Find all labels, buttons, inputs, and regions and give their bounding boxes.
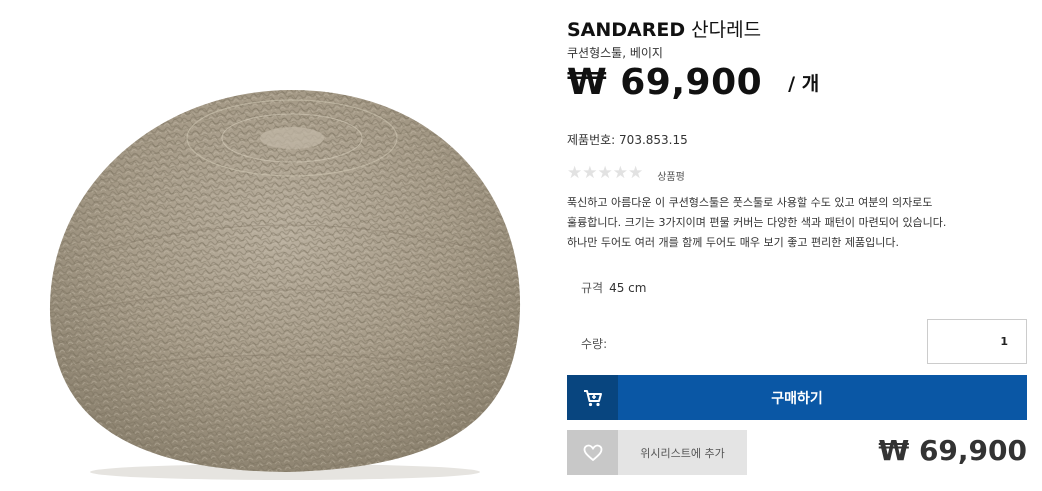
buy-button-label: 구매하기 <box>771 390 823 407</box>
article-number: 제품번호: 703.853.15 <box>567 131 688 148</box>
product-image <box>49 90 521 480</box>
description-line: 푹신하고 아름다운 이 쿠션형스툴은 풋스툴로 사용할 수도 있고 여분의 의자… <box>567 196 933 209</box>
quantity-input[interactable] <box>927 319 1027 364</box>
wishlist-label: 위시리스트에 추가 <box>640 446 725 460</box>
bottom-price: ₩ 69,900 <box>878 434 1027 467</box>
product-price: ₩ 69,900 <box>567 62 763 103</box>
product-name-en: SANDARED <box>567 19 686 41</box>
price-unit: / 개 <box>788 73 820 95</box>
rating-stars[interactable]: ★★★★★ <box>567 163 643 183</box>
quantity-label: 수량: <box>581 337 608 351</box>
description-line: 훌륭합니다. 크기는 3가지이며 편물 커버는 다양한 색과 패턴이 마련되어 … <box>567 216 947 229</box>
product-subtitle: 쿠션형스툴, 베이지 <box>567 46 663 60</box>
article-label: 제품번호: <box>567 133 616 147</box>
size-label: 규격 <box>581 281 604 295</box>
article-value: 703.853.15 <box>619 133 688 147</box>
price-row: ₩ 69,900 / 개 <box>567 62 819 103</box>
product-name-ko: 산다레드 <box>691 19 762 41</box>
review-link[interactable]: 상품평 <box>657 168 685 183</box>
rating: ★★★★★ 상품평 <box>567 163 685 183</box>
wishlist-button[interactable]: 위시리스트에 추가 <box>567 430 747 475</box>
buy-button[interactable]: 구매하기 <box>567 375 1027 420</box>
product-info-panel: SANDARED 산다레드 쿠션형스툴, 베이지 ₩ 69,900 / 개 제품번호… <box>567 0 1027 491</box>
cart-icon <box>567 375 618 420</box>
description-line: 하나만 두어도 여러 개를 함께 두어도 매우 보기 좋고 편리한 제품입니다. <box>567 236 899 249</box>
size-row: 규격 45 cm <box>581 279 646 296</box>
size-value: 45 cm <box>609 281 647 295</box>
heart-icon <box>567 430 618 475</box>
product-description: 푹신하고 아름다운 이 쿠션형스툴은 풋스툴로 사용할 수도 있고 여분의 의자… <box>567 193 1027 253</box>
product-title: SANDARED 산다레드 <box>567 15 761 42</box>
